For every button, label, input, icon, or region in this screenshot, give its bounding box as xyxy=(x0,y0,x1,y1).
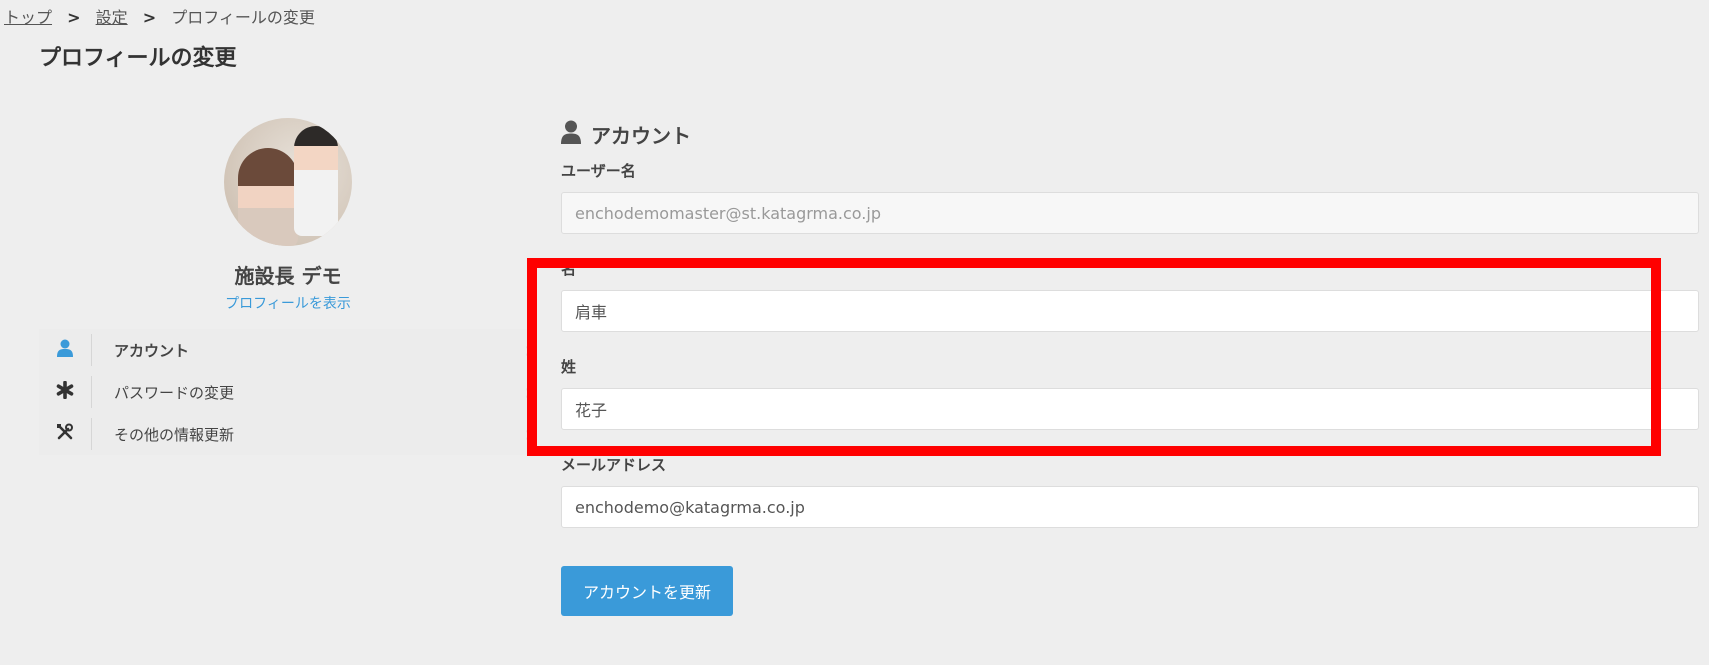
first-name-label: 名 xyxy=(561,260,577,278)
profile-card: 施設長 デモ プロフィールを表示 xyxy=(39,118,537,313)
menu-item-account[interactable]: アカウント › xyxy=(39,329,533,371)
user-icon xyxy=(57,339,73,361)
menu-item-label: その他の情報更新 xyxy=(114,425,235,444)
account-form: アカウント ユーザー名 名 姓 メールアドレス アカウントを更新 xyxy=(561,118,1699,616)
email-field[interactable] xyxy=(561,486,1699,528)
chevron-right-icon: › xyxy=(525,422,533,446)
chevron-right-icon: › xyxy=(525,380,533,404)
avatar-adult-figure xyxy=(238,148,298,246)
page-title: プロフィールの変更 xyxy=(39,46,237,71)
tools-icon xyxy=(56,423,74,445)
menu-item-label: パスワードの変更 xyxy=(114,383,235,402)
view-profile-link[interactable]: プロフィールを表示 xyxy=(39,293,537,313)
breadcrumb-home-link[interactable]: トップ xyxy=(4,8,52,27)
update-account-button[interactable]: アカウントを更新 xyxy=(561,566,733,616)
section-header: アカウント xyxy=(561,118,1699,150)
profile-name: 施設長 デモ xyxy=(234,264,342,288)
menu-item-password[interactable]: パスワードの変更 › xyxy=(39,371,533,413)
breadcrumb-settings-link[interactable]: 設定 xyxy=(96,8,128,27)
side-menu: アカウント › パスワードの変更 › その他の情報更新 › xyxy=(39,329,533,455)
chevron-right-icon: › xyxy=(525,338,533,362)
username-field[interactable] xyxy=(561,192,1699,234)
section-title: アカウント xyxy=(591,123,691,148)
avatar xyxy=(224,118,352,246)
menu-item-other-info[interactable]: その他の情報更新 › xyxy=(39,413,533,455)
last-name-label: 姓 xyxy=(561,358,577,376)
last-name-field[interactable] xyxy=(561,388,1699,430)
username-label: ユーザー名 xyxy=(561,162,636,180)
user-icon xyxy=(561,120,591,149)
asterisk-icon xyxy=(56,380,74,403)
breadcrumb-current: プロフィールの変更 xyxy=(171,8,315,27)
breadcrumb-separator: > xyxy=(67,8,81,27)
breadcrumb-separator: > xyxy=(142,8,157,27)
avatar-child-figure xyxy=(294,126,338,236)
breadcrumb: トップ > 設定 > プロフィールの変更 xyxy=(4,4,315,28)
email-label: メールアドレス xyxy=(561,456,667,474)
first-name-field[interactable] xyxy=(561,290,1699,332)
menu-item-label: アカウント xyxy=(114,341,190,360)
